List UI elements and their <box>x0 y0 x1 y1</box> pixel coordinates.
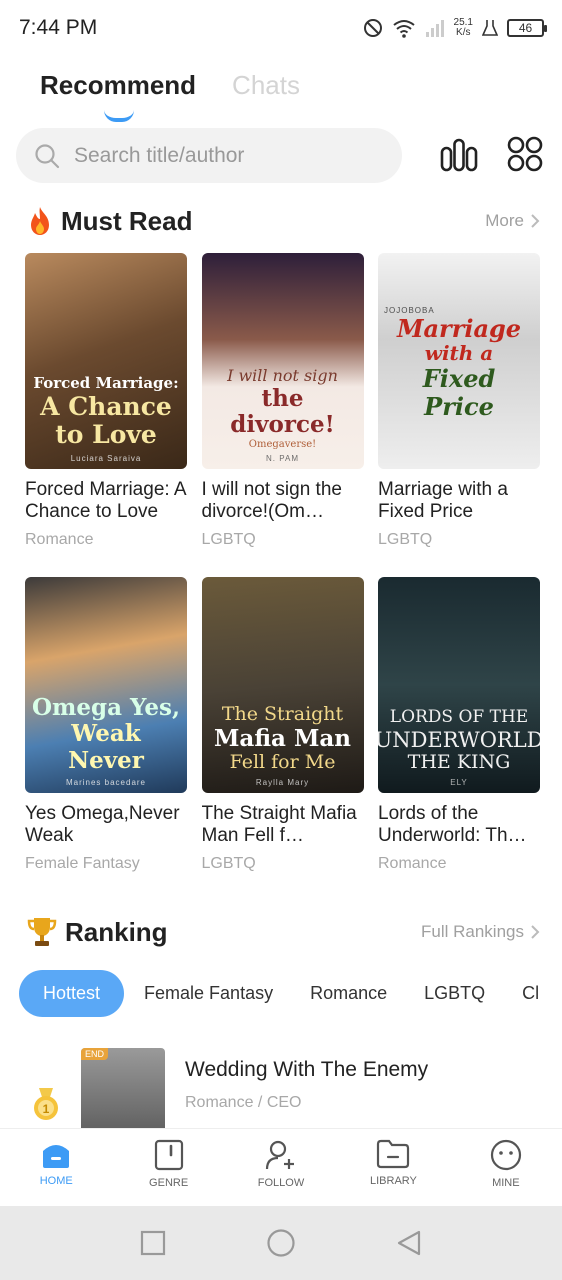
book-genre: LGBTQ <box>378 531 433 548</box>
end-badge: END <box>81 1048 109 1060</box>
book-cover[interactable]: LORDS OF THE UNDERWORLD THE KING ELY <box>378 577 540 793</box>
book-genre: Female Fantasy <box>25 855 140 872</box>
must-read-more-link[interactable]: More <box>485 211 540 231</box>
ranking-title: Ranking <box>25 915 168 949</box>
book-card[interactable]: I will not sign the divorce! Omegaverse!… <box>201 253 364 549</box>
book-title[interactable]: The Straight Mafia Man Fell f… <box>202 803 364 847</box>
wifi-icon <box>392 20 415 38</box>
book-genre: Romance <box>25 531 94 548</box>
book-card[interactable]: JOJOBOBA Marriage with a Fixed Price Mar… <box>378 253 540 549</box>
book-card[interactable]: Forced Marriage: A Chance to Love Luciar… <box>25 253 187 549</box>
ranking-tab-hottest[interactable]: Hottest <box>19 970 125 1017</box>
genre-icon <box>154 1139 183 1171</box>
flask-icon <box>482 20 498 36</box>
library-icon <box>377 1139 410 1169</box>
ranking-book-cover[interactable]: END <box>81 1048 165 1128</box>
bottom-nav: HOME GENRE FOLLOW LIBRARY MINE <box>0 1128 562 1206</box>
book-card[interactable]: Omega Yes, Weak Never Marines bacedare Y… <box>25 577 187 873</box>
search-input[interactable]: Search title/author <box>16 128 402 183</box>
ranking-tab-more[interactable]: Cl <box>522 983 539 1004</box>
book-title[interactable]: I will not sign the divorce!(Om… <box>202 479 364 523</box>
tab-chats[interactable]: Chats <box>232 70 300 101</box>
status-icons: 25.1 K/s 46 <box>363 14 547 42</box>
home-button[interactable] <box>266 1228 296 1258</box>
nav-mine[interactable]: MINE <box>450 1129 562 1206</box>
dnd-icon <box>363 19 382 37</box>
system-nav-bar <box>0 1206 562 1280</box>
book-card[interactable]: The Straight Mafia Man Fell for Me Rayll… <box>201 577 364 873</box>
nav-genre[interactable]: GENRE <box>112 1129 224 1206</box>
ranking-list-item[interactable]: 1 END Wedding With The Enemy Romance / C… <box>25 1048 540 1128</box>
svg-text:1: 1 <box>43 1102 50 1116</box>
nav-library[interactable]: LIBRARY <box>337 1129 449 1206</box>
book-title[interactable]: Forced Marriage: A Chance to Love <box>25 479 187 523</box>
book-cover[interactable]: JOJOBOBA Marriage with a Fixed Price <box>378 253 540 469</box>
book-card[interactable]: LORDS OF THE UNDERWORLD THE KING ELY Lor… <box>378 577 540 873</box>
nav-follow[interactable]: FOLLOW <box>225 1129 337 1206</box>
trophy-icon <box>27 918 57 946</box>
chevron-right-icon <box>531 214 540 228</box>
ranking-header: Ranking Full Rankings <box>25 915 540 949</box>
tab-recommend[interactable]: Recommend <box>40 70 196 101</box>
chevron-right-icon <box>531 925 540 939</box>
book-title[interactable]: Lords of the Underworld: Th… <box>378 803 540 847</box>
full-rankings-link[interactable]: Full Rankings <box>421 922 540 942</box>
must-read-header: Must Read More <box>25 205 540 237</box>
must-read-title: Must Read <box>25 205 192 237</box>
ranking-book-genre: Romance / CEO <box>185 1094 302 1111</box>
book-grid-row-2: Omega Yes, Weak Never Marines bacedare Y… <box>25 577 540 873</box>
top-tabs: Recommend Chats <box>40 70 300 122</box>
ranking-bars-icon[interactable] <box>440 138 478 172</box>
search-placeholder: Search title/author <box>74 143 245 167</box>
recent-apps-button[interactable] <box>140 1230 166 1256</box>
book-title[interactable]: Marriage with a Fixed Price <box>378 479 540 523</box>
ranking-tabs: Hottest Female Fantasy Romance LGBTQ Cl <box>19 970 562 1017</box>
net-speed: 25.1 K/s <box>453 17 473 38</box>
signal-icon <box>425 20 444 37</box>
ranking-tab-female-fantasy[interactable]: Female Fantasy <box>144 983 273 1004</box>
book-cover[interactable]: Forced Marriage: A Chance to Love Luciar… <box>25 253 187 469</box>
book-title[interactable]: Yes Omega,Never Weak <box>25 803 187 847</box>
category-grid-icon[interactable] <box>507 136 543 172</box>
home-icon <box>43 1145 70 1168</box>
book-genre: Romance <box>378 855 447 872</box>
book-genre: LGBTQ <box>201 531 256 548</box>
book-cover[interactable]: Omega Yes, Weak Never Marines bacedare <box>25 577 187 793</box>
ranking-tab-romance[interactable]: Romance <box>310 983 387 1004</box>
tab-indicator <box>104 110 134 122</box>
status-bar: 7:44 PM 25.1 K/s 46 <box>0 0 562 56</box>
search-icon <box>35 143 60 168</box>
follow-icon <box>265 1140 295 1170</box>
book-cover[interactable]: The Straight Mafia Man Fell for Me Rayll… <box>201 577 364 793</box>
back-button[interactable] <box>396 1229 422 1257</box>
status-time: 7:44 PM <box>19 16 98 39</box>
fire-icon <box>31 207 49 235</box>
book-genre: LGBTQ <box>201 855 256 872</box>
ranking-tab-lgbtq[interactable]: LGBTQ <box>424 983 485 1004</box>
gold-medal-icon: 1 <box>34 1088 58 1120</box>
book-cover[interactable]: I will not sign the divorce! Omegaverse!… <box>201 253 364 469</box>
mine-icon <box>490 1139 521 1171</box>
book-grid-row-1: Forced Marriage: A Chance to Love Luciar… <box>25 253 540 549</box>
nav-home[interactable]: HOME <box>0 1129 112 1206</box>
ranking-book-title[interactable]: Wedding With The Enemy <box>185 1058 428 1082</box>
battery-icon: 46 <box>507 19 547 37</box>
